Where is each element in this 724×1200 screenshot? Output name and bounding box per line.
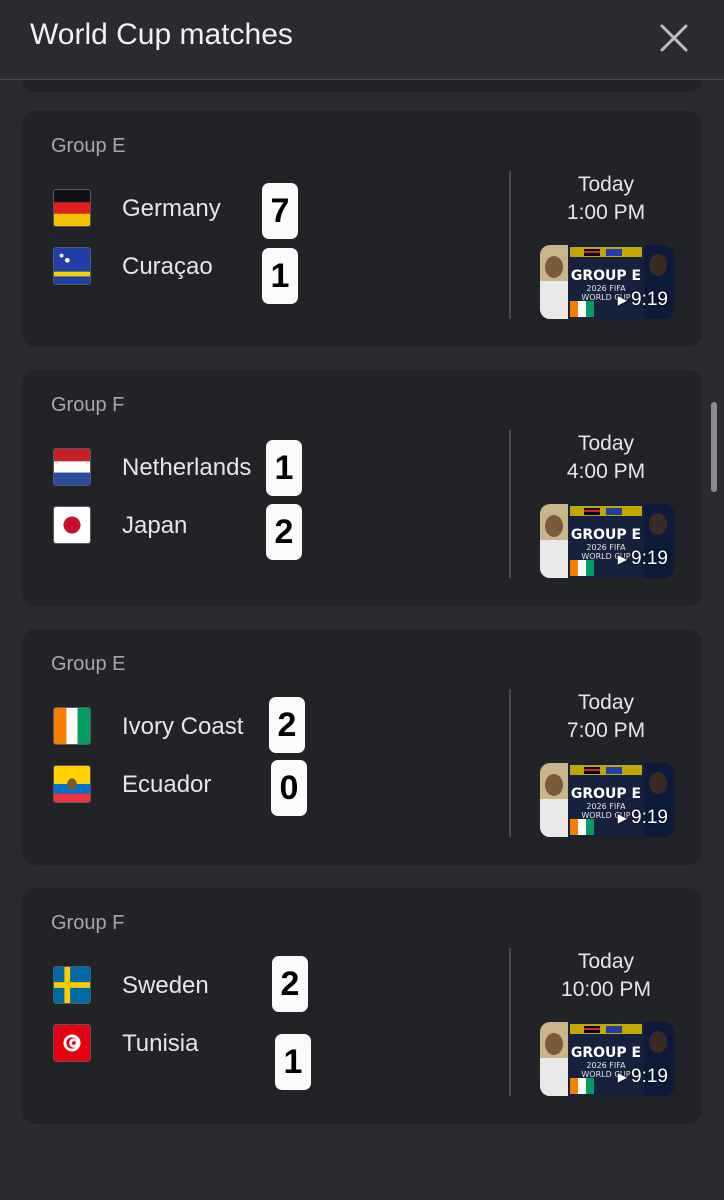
video-duration: 9:19 [631,1066,668,1087]
card-divider [509,171,511,319]
card-divider [509,430,511,578]
match-day: Today [577,432,635,455]
thumbnail-title-text: GROUP E [571,527,641,543]
away-score: 1 [262,248,298,304]
away-team-name: Curaçao [122,253,213,280]
match-time: 4:00 PM [566,460,646,483]
play-icon: ▶ [617,1070,628,1084]
group-label: Group F [51,394,125,416]
home-team-name: Sweden [122,972,209,999]
netherlands-flag [53,448,91,486]
away-score: 1 [275,1034,311,1090]
video-duration-badge: ▶ 9:19 [618,1066,668,1088]
match-day: Today [577,173,635,196]
card-divider [509,689,511,837]
video-duration: 9:19 [631,289,668,310]
video-duration-badge: ▶ 9:19 [618,289,668,311]
sweden-flag [53,966,91,1004]
match-day: Today [577,691,635,714]
home-team-name: Ivory Coast [122,713,244,740]
away-score: 0 [271,760,307,816]
away-team-name: Japan [122,512,188,539]
match-day: Today [577,950,635,973]
close-icon [660,24,688,52]
play-icon: ▶ [617,293,628,307]
highlights-video-thumbnail[interactable]: GROUP E 2026 FIFA WORLD CUP ▶ 9:19 [540,245,674,319]
ivory-coast-flag [53,707,91,745]
home-team-name: Germany [122,195,221,222]
curacao-flag [53,247,91,285]
home-score: 1 [266,440,302,496]
germany-flag [53,189,91,227]
away-team-name: Ecuador [122,771,212,798]
match-time: 1:00 PM [566,201,646,224]
group-label: Group E [51,653,126,675]
match-time: 10:00 PM [561,978,651,1001]
dialog-header: World Cup matches [0,0,724,80]
match-card[interactable]: Group E Ivory Coast 2 Ecuador 0 Today 7:… [22,629,702,865]
close-button[interactable] [656,20,692,56]
group-label: Group E [51,135,126,157]
thumbnail-title-text: GROUP E [571,786,641,802]
thumbnail-title-text: GROUP E [571,1045,641,1061]
match-time: 7:00 PM [566,719,646,742]
highlights-video-thumbnail[interactable]: GROUP E 2026 FIFA WORLD CUP ▶ 9:19 [540,1022,674,1096]
play-icon: ▶ [617,552,628,566]
thumbnail-title-text: GROUP E [571,268,641,284]
play-icon: ▶ [617,811,628,825]
group-label: Group F [51,912,125,934]
match-card[interactable]: Group F Netherlands 1 Japan 2 Today 4:00… [22,370,702,606]
previous-match-card-edge [22,80,702,92]
away-score: 2 [266,504,302,560]
video-duration: 9:19 [631,807,668,828]
home-score: 2 [272,956,308,1012]
page-title: World Cup matches [30,18,293,51]
ecuador-flag [53,765,91,803]
japan-flag [53,506,91,544]
home-team-name: Netherlands [122,454,252,481]
tunisia-flag [53,1024,91,1062]
highlights-video-thumbnail[interactable]: GROUP E 2026 FIFA WORLD CUP ▶ 9:19 [540,504,674,578]
card-divider [509,948,511,1096]
home-score: 2 [269,697,305,753]
home-score: 7 [262,183,298,239]
video-duration: 9:19 [631,548,668,569]
video-duration-badge: ▶ 9:19 [618,548,668,570]
match-card[interactable]: Group F Sweden 2 Tunisia 1 Today 10:00 P… [22,888,702,1124]
video-duration-badge: ▶ 9:19 [618,807,668,829]
highlights-video-thumbnail[interactable]: GROUP E 2026 FIFA WORLD CUP ▶ 9:19 [540,763,674,837]
away-team-name: Tunisia [122,1030,199,1057]
scrollbar-thumb[interactable] [711,402,717,492]
match-card[interactable]: Group E Germany 7 Curaçao 1 Today 1:00 P… [22,111,702,347]
